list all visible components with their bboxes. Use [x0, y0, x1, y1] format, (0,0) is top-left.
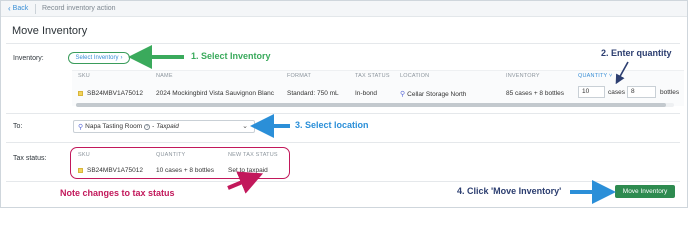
arrow-note: [227, 171, 264, 194]
callout-step3: 3. Select location: [295, 120, 369, 130]
callout-step4: 4. Click 'Move Inventory': [457, 186, 562, 196]
callout-note: Note changes to tax status: [60, 188, 175, 198]
annotation-arrows: [128, 45, 629, 204]
callout-step2: 2. Enter quantity: [601, 48, 672, 58]
arrow-step2: [615, 61, 629, 85]
callout-step1: 1. Select Inventory: [191, 51, 271, 61]
